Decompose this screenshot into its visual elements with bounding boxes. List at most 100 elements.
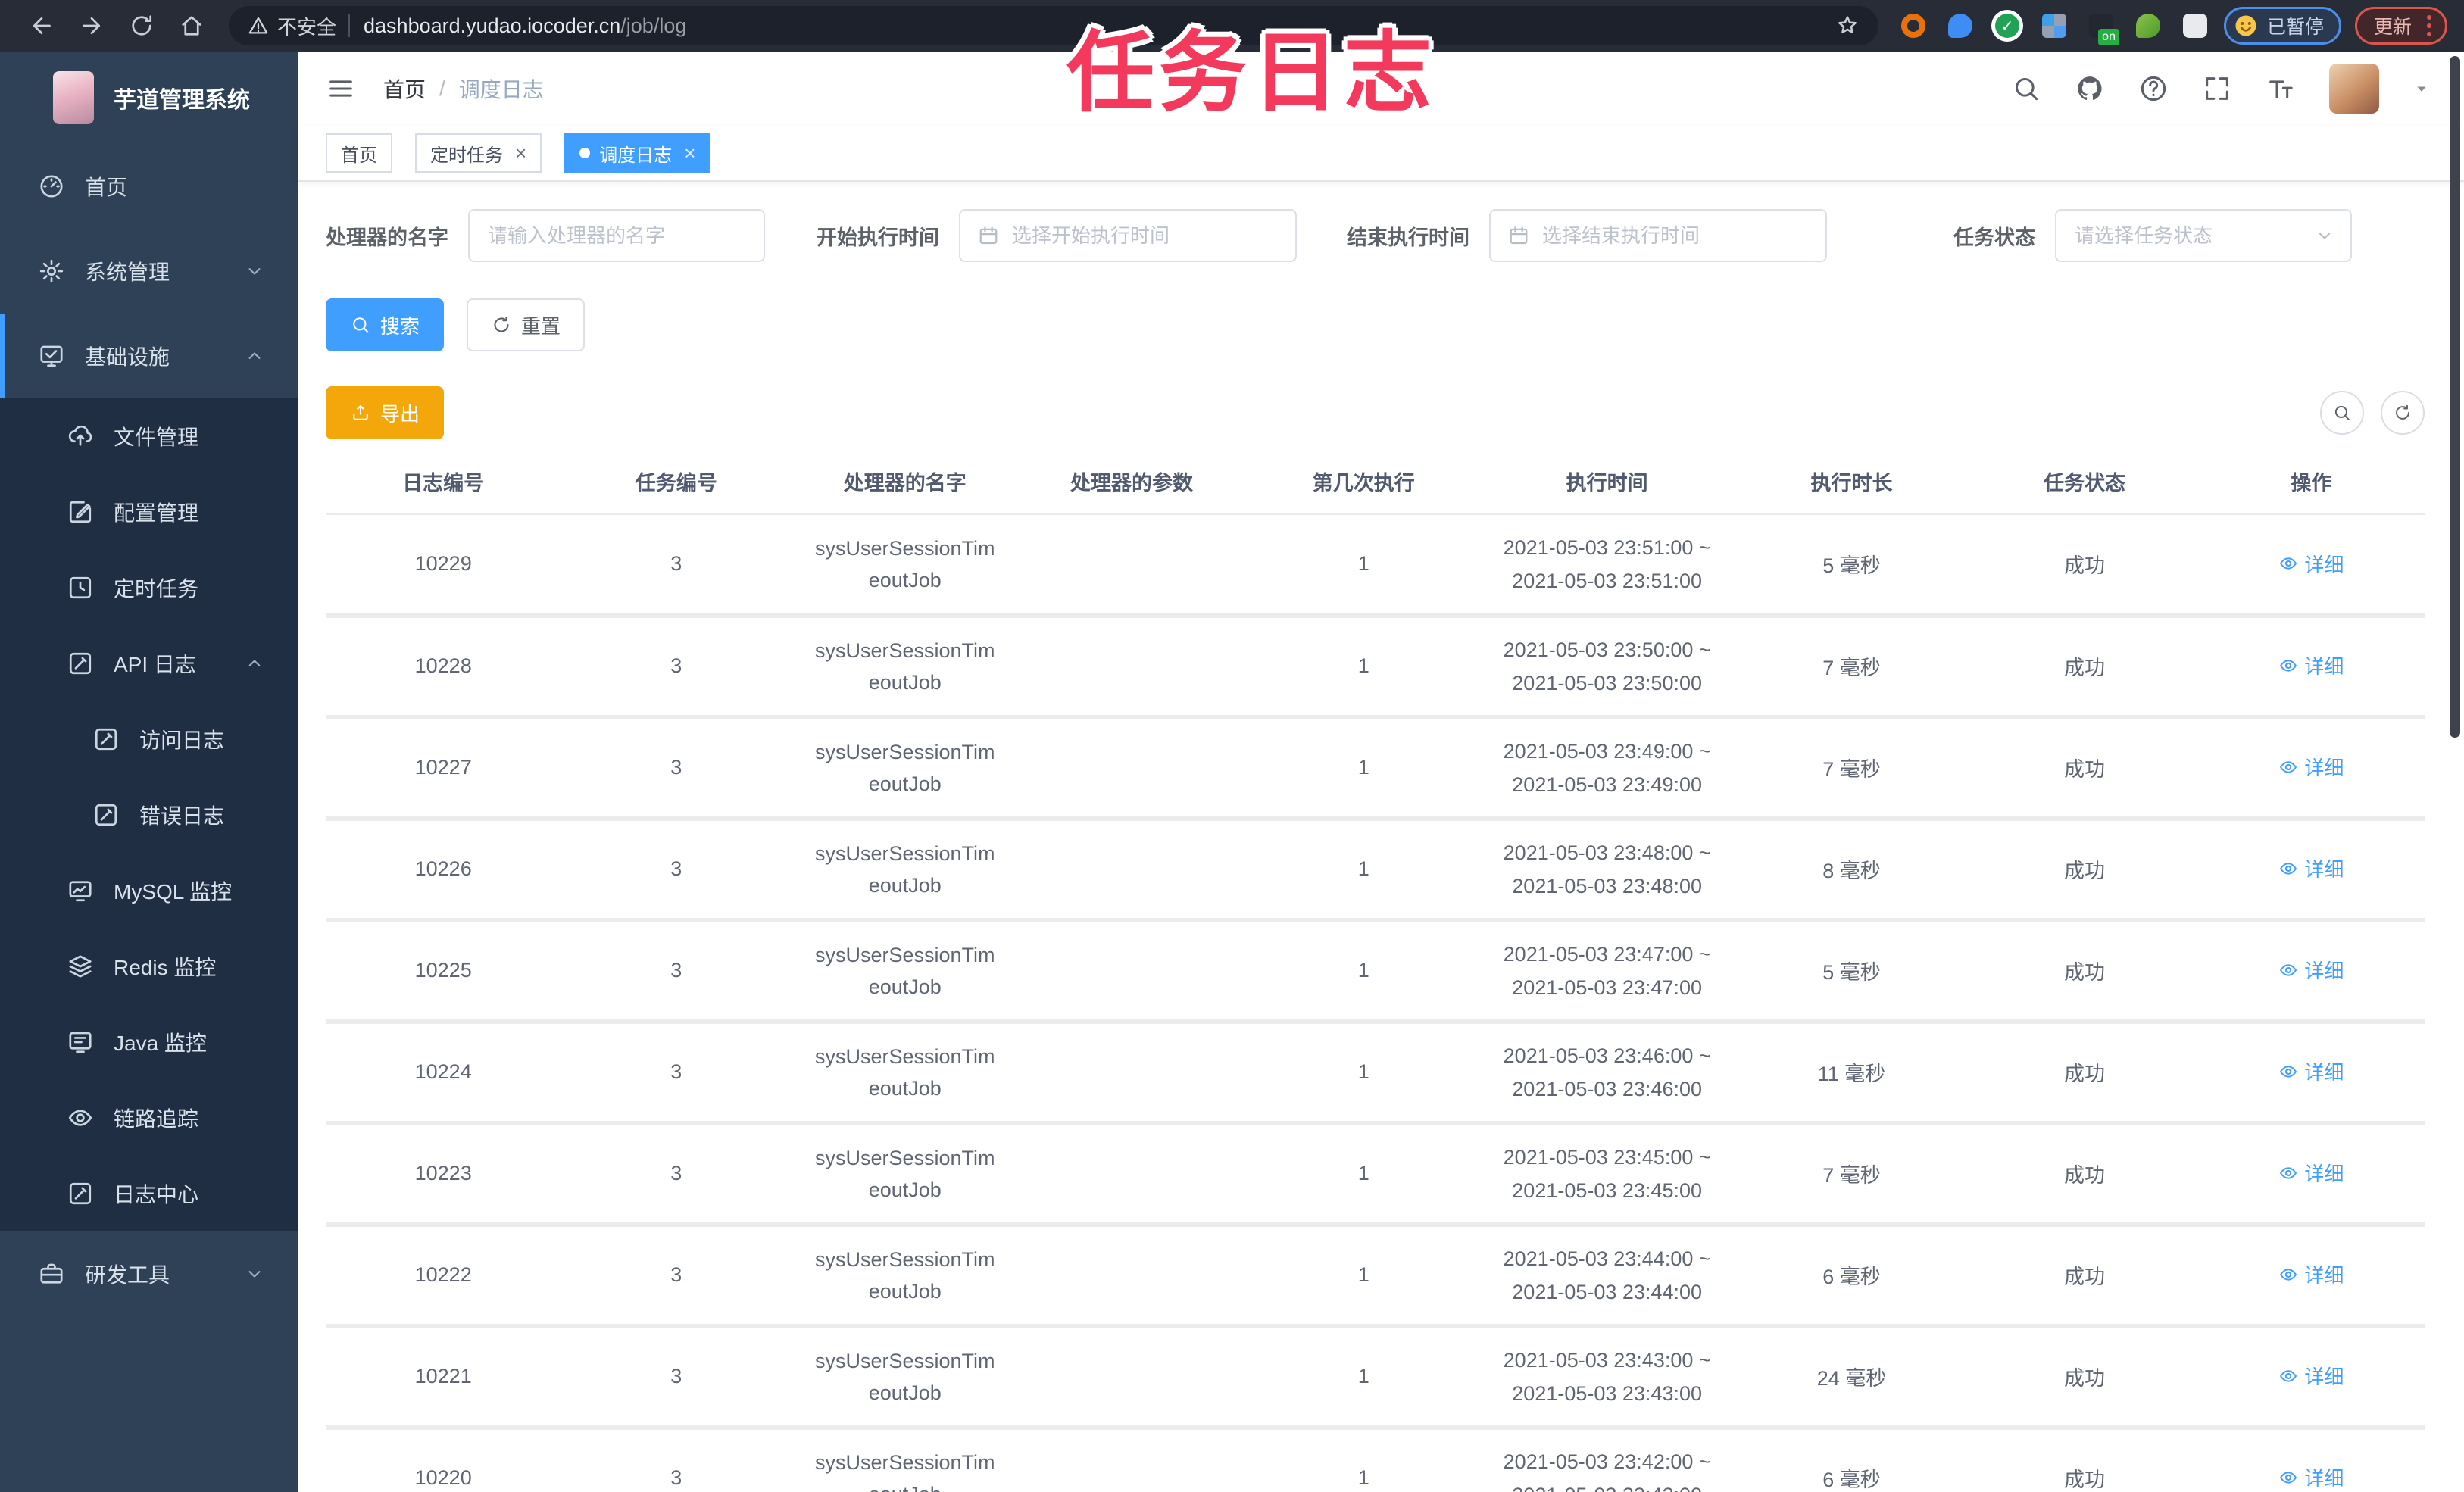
detail-link[interactable]: 详细 [2278, 956, 2344, 984]
help-icon[interactable] [2138, 73, 2169, 104]
end-time-picker[interactable] [1489, 209, 1827, 262]
cell-log-id: 10226 [326, 818, 561, 922]
breadcrumb-home[interactable]: 首页 [383, 73, 426, 104]
detail-link[interactable]: 详细 [2278, 753, 2344, 781]
font-size-icon[interactable] [2266, 73, 2296, 104]
tab-label: 调度日志 [599, 145, 673, 166]
eye-icon [2278, 1366, 2298, 1386]
search-icon[interactable] [2011, 73, 2041, 104]
profile-paused-badge[interactable]: 已暂停 [2223, 7, 2341, 45]
bookmark-star-icon[interactable] [1835, 13, 1860, 39]
page-scrollbar[interactable] [2450, 56, 2460, 738]
tab-home[interactable]: 首页 [326, 133, 392, 173]
sidebar-item-redis[interactable]: Redis 监控 [0, 929, 298, 1004]
refresh-icon [2393, 403, 2412, 423]
cell-times: 1 [1244, 615, 1482, 719]
avatar[interactable] [2329, 64, 2379, 114]
sidebar-item-error-log[interactable]: 错误日志 [0, 777, 298, 853]
address-bar[interactable]: 不安全 dashboard.yudao.iocoder.cn /job/log [229, 6, 1878, 45]
forward-icon[interactable] [78, 12, 105, 39]
sidebar-item-home[interactable]: 首页 [0, 144, 298, 229]
reset-button[interactable]: 重置 [467, 298, 586, 351]
begin-time-label: 开始执行时间 [817, 226, 939, 249]
cell-job-id: 3 [561, 919, 792, 1024]
cell-duration: 11 毫秒 [1732, 1021, 1972, 1125]
column-header: 日志编号 [326, 450, 561, 515]
tags-view-bar: 首页 定时任务 × 调度日志 × [298, 126, 2464, 182]
hamburger-icon[interactable] [326, 73, 356, 104]
sidebar-item-log-center[interactable]: 日志中心 [0, 1156, 298, 1231]
sidebar-item-trace[interactable]: 链路追踪 [0, 1080, 298, 1156]
search-button[interactable]: 搜索 [326, 298, 445, 351]
puzzle-extension-icon[interactable] [2182, 14, 2207, 38]
browser-update-button[interactable]: 更新 [2354, 7, 2447, 45]
sidebar-item-access-log[interactable]: 访问日志 [0, 701, 298, 777]
export-icon [350, 402, 371, 423]
begin-time-picker[interactable] [959, 209, 1297, 262]
detail-link[interactable]: 详细 [2278, 1362, 2344, 1390]
sidebar-item-dev-tools[interactable]: 研发工具 [0, 1231, 298, 1316]
detail-link[interactable]: 详细 [2278, 1159, 2344, 1187]
status-select[interactable] [2055, 209, 2352, 262]
grid-extension-icon[interactable] [2041, 14, 2066, 38]
log-icon [67, 650, 94, 677]
cell-param [1018, 1325, 1245, 1430]
sidebar-item-system[interactable]: 系统管理 [0, 229, 298, 314]
overlay-annotation-title: 任务日志 [1066, 23, 1436, 122]
logo-row[interactable]: 芋道管理系统 [0, 52, 298, 144]
status-field[interactable] [2056, 211, 2314, 261]
tab-close-icon[interactable]: × [684, 143, 695, 163]
detail-link[interactable]: 详细 [2278, 1057, 2344, 1085]
sidebar-item-label: 研发工具 [85, 1263, 170, 1287]
sidebar-item-infra[interactable]: 基础设施 [0, 314, 298, 398]
home-icon[interactable] [178, 12, 205, 39]
detail-link[interactable]: 详细 [2278, 1463, 2344, 1491]
tab-close-icon[interactable]: × [515, 143, 526, 163]
on-badge-extension-icon[interactable] [2088, 14, 2119, 45]
cell-times: 1 [1244, 1325, 1482, 1430]
eye-icon [2278, 1468, 2298, 1487]
update-label: 更新 [2373, 17, 2412, 38]
github-icon[interactable] [2075, 73, 2105, 104]
sidebar-item-job[interactable]: 定时任务 [0, 550, 298, 626]
sidebar-item-label: 系统管理 [85, 261, 170, 284]
toggle-search-button[interactable] [2320, 391, 2364, 435]
begin-time-field[interactable] [1000, 211, 1295, 261]
detail-link[interactable]: 详细 [2278, 854, 2344, 882]
cell-job-id: 3 [561, 716, 792, 821]
caret-down-icon[interactable] [2412, 80, 2431, 98]
reload-icon[interactable] [128, 12, 155, 39]
leaf-extension-icon[interactable] [2135, 14, 2160, 38]
eye-icon [2278, 1265, 2298, 1284]
detail-link[interactable]: 详细 [2278, 651, 2344, 679]
blue-drop-extension-icon[interactable] [1947, 14, 1972, 38]
sidebar-item-java[interactable]: Java 监控 [0, 1004, 298, 1080]
cell-exec-time: 2021-05-03 23:42:00 ~2021-05-03 23:42:00 [1482, 1427, 1732, 1492]
refresh-table-button[interactable] [2381, 391, 2425, 435]
sidebar-item-api-log[interactable]: API 日志 [0, 626, 298, 701]
kebab-menu-icon[interactable] [2424, 12, 2434, 39]
table-row: 10221 3 sysUserSessionTimeoutJob 1 2021-05-0… [326, 1325, 2425, 1430]
fullscreen-icon[interactable] [2202, 73, 2232, 104]
sidebar-item-label: 首页 [85, 176, 128, 199]
cell-exec-time: 2021-05-03 23:48:00 ~2021-05-03 23:48:00 [1482, 818, 1732, 922]
sidebar-item-label: API 日志 [114, 653, 196, 676]
orange-ring-extension-icon[interactable] [1900, 14, 1925, 38]
cell-param [1018, 615, 1245, 719]
green-check-extension-icon[interactable] [1994, 14, 2019, 38]
warning-icon[interactable] [247, 14, 270, 37]
back-icon[interactable] [28, 12, 55, 39]
handler-name-input[interactable] [468, 209, 765, 262]
detail-link[interactable]: 详细 [2278, 1260, 2344, 1288]
tab-job-log[interactable]: 调度日志 × [564, 133, 711, 173]
app-title: 芋道管理系统 [114, 88, 250, 113]
sidebar-item-file[interactable]: 文件管理 [0, 398, 298, 474]
detail-link[interactable]: 详细 [2278, 550, 2344, 578]
cell-duration: 5 毫秒 [1732, 513, 1972, 618]
tab-job[interactable]: 定时任务 × [415, 133, 542, 173]
end-time-field[interactable] [1530, 211, 1825, 261]
handler-name-field[interactable] [470, 211, 764, 261]
sidebar-item-config[interactable]: 配置管理 [0, 474, 298, 550]
sidebar-item-mysql[interactable]: MySQL 监控 [0, 853, 298, 929]
export-button[interactable]: 导出 [326, 386, 445, 439]
